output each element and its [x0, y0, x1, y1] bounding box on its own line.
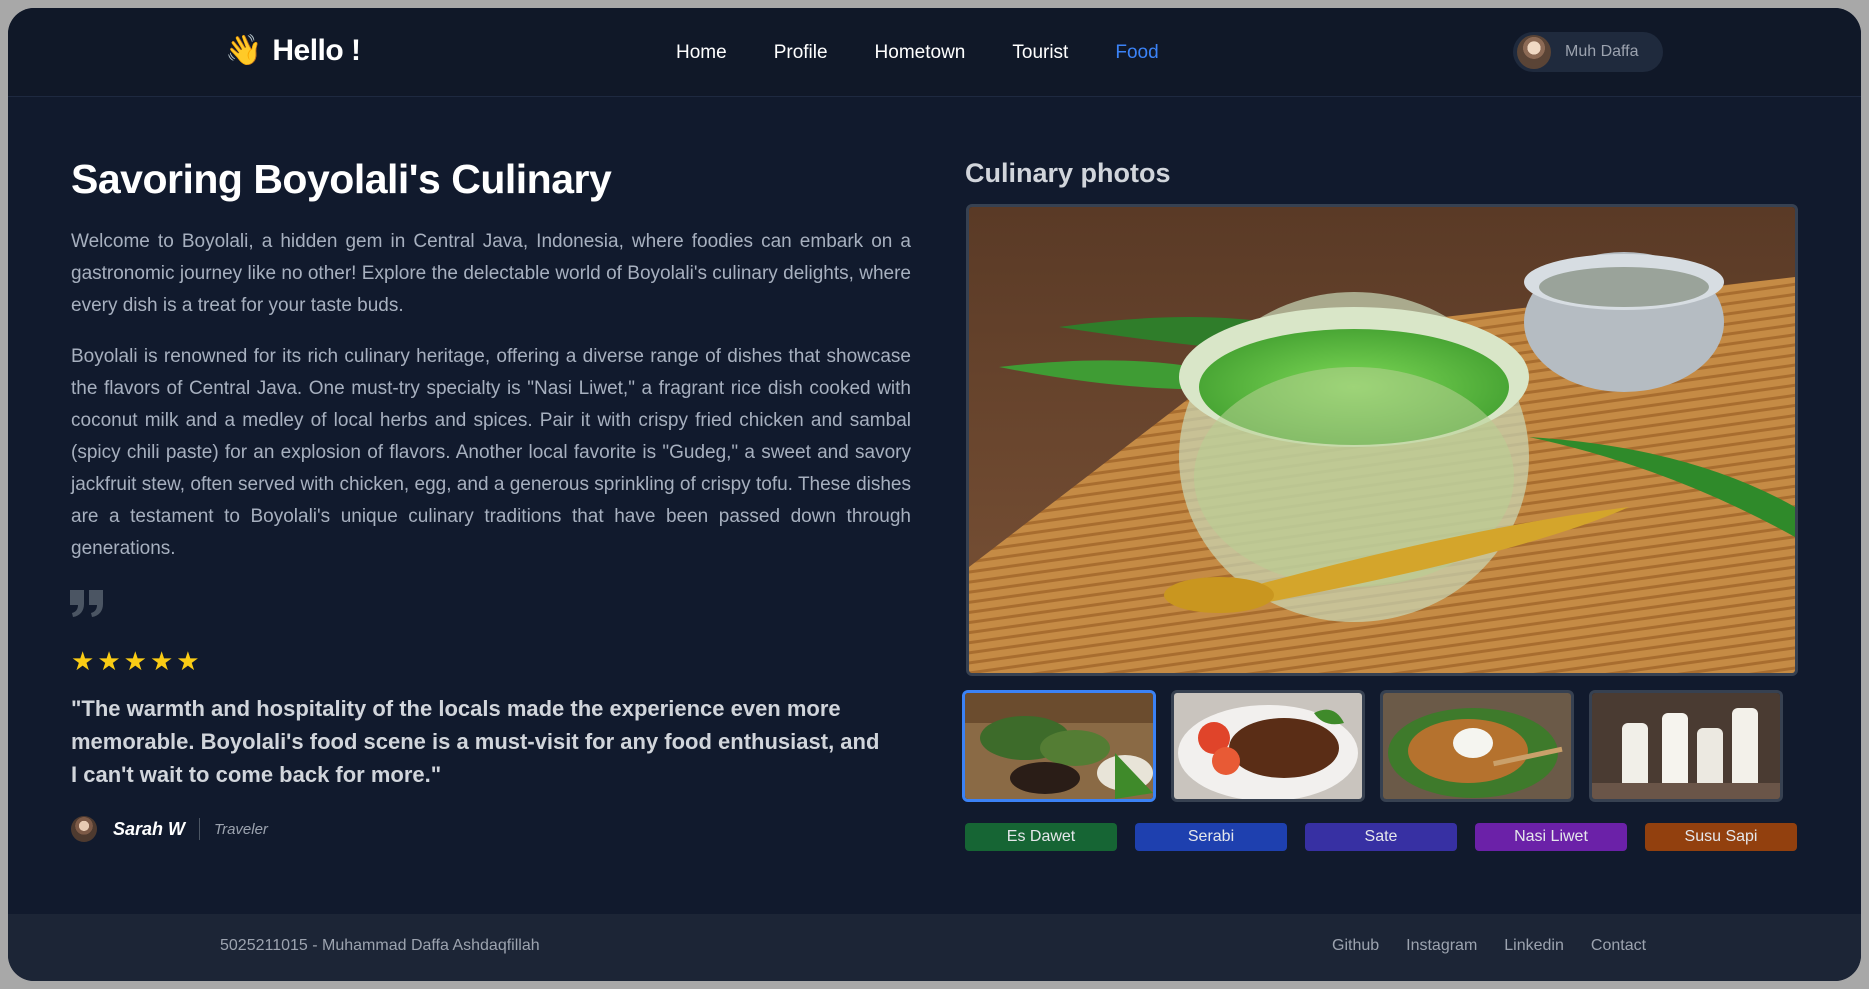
tag-sate[interactable]: Sate: [1305, 823, 1457, 851]
user-menu[interactable]: Muh Daffa: [1513, 32, 1663, 72]
tag-susu-sapi[interactable]: Susu Sapi: [1645, 823, 1797, 851]
thumbnail-nasi-liwet[interactable]: [1380, 690, 1574, 802]
user-name: Muh Daffa: [1565, 43, 1639, 60]
footer-links: Github Instagram Linkedin Contact: [1332, 937, 1646, 955]
reviewer-info: Sarah W Traveler: [71, 816, 268, 842]
nav-link-hometown[interactable]: Hometown: [875, 42, 966, 64]
star-rating: ★ ★ ★ ★ ★: [71, 648, 200, 674]
footer-link-instagram[interactable]: Instagram: [1406, 937, 1477, 955]
star-icon: ★: [71, 646, 95, 676]
thumbnail-es-dawet[interactable]: [962, 690, 1156, 802]
footer-credit: 5025211015 - Muhammad Daffa Ashdaqfillah: [220, 937, 540, 954]
tag-nasi-liwet[interactable]: Nasi Liwet: [1475, 823, 1627, 851]
main-culinary-photo: [966, 204, 1798, 676]
tag-serabi[interactable]: Serabi: [1135, 823, 1287, 851]
quote-icon: [68, 588, 106, 623]
heritage-paragraph: Boyolali is renowned for its rich culina…: [71, 346, 911, 559]
star-icon: ★: [149, 646, 174, 676]
reviewer-divider: [199, 818, 201, 840]
nav-link-home[interactable]: Home: [676, 42, 727, 64]
reviewer-avatar: [71, 816, 97, 842]
reviewer-role: Traveler: [214, 820, 268, 838]
es-dawet-photo: [969, 207, 1795, 673]
star-icon: ★: [123, 646, 147, 676]
top-navbar: 👋 Hello ! Home Profile Hometown Tourist …: [8, 8, 1861, 97]
waving-hand-icon: 👋: [225, 34, 263, 67]
nav-links: Home Profile Hometown Tourist Food: [676, 42, 1159, 64]
app-window: 👋 Hello ! Home Profile Hometown Tourist …: [8, 8, 1861, 981]
nav-link-profile[interactable]: Profile: [774, 42, 828, 64]
footer-link-contact[interactable]: Contact: [1591, 937, 1646, 955]
footer-link-github[interactable]: Github: [1332, 937, 1379, 955]
brand-text: Hello !: [272, 34, 361, 67]
nav-link-food[interactable]: Food: [1115, 42, 1158, 64]
gallery-title: Culinary photos: [965, 158, 1171, 188]
thumbnail-serabi[interactable]: [1171, 690, 1365, 802]
brand-logo[interactable]: 👋 Hello !: [225, 34, 361, 68]
page-title: Savoring Boyolali's Culinary: [71, 156, 612, 202]
thumbnail-susu-sapi[interactable]: [1589, 690, 1783, 802]
thumbnail-strip: [962, 690, 1783, 802]
footer-link-linkedin[interactable]: Linkedin: [1504, 937, 1564, 955]
tag-es-dawet[interactable]: Es Dawet: [965, 823, 1117, 851]
star-icon: ★: [97, 646, 121, 676]
intro-paragraph: Welcome to Boyolali, a hidden gem in Cen…: [71, 231, 911, 316]
food-tags: Es Dawet Serabi Sate Nasi Liwet Susu Sap…: [965, 823, 1797, 851]
reviewer-name: Sarah W: [113, 818, 186, 839]
user-avatar: [1517, 35, 1551, 69]
testimonial-quote: "The warmth and hospitality of the local…: [71, 696, 880, 787]
page-footer: 5025211015 - Muhammad Daffa Ashdaqfillah…: [8, 914, 1861, 981]
nav-link-tourist[interactable]: Tourist: [1012, 42, 1068, 64]
star-icon: ★: [176, 646, 200, 676]
